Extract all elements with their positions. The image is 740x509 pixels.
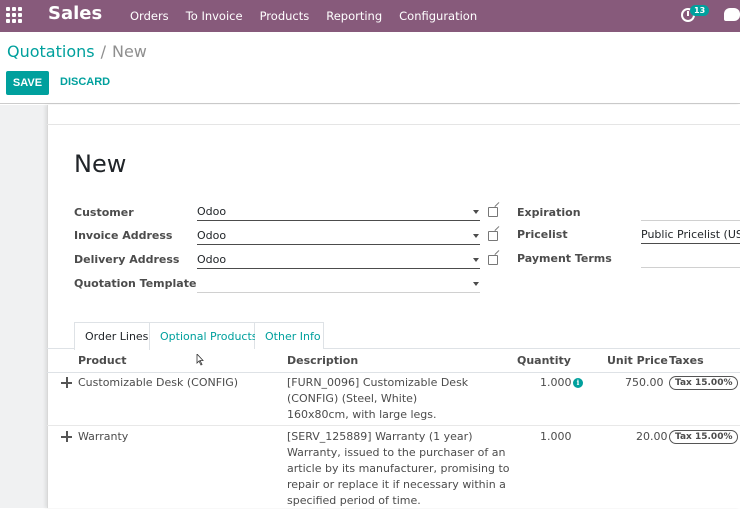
tab-other-info[interactable]: Other Info bbox=[255, 322, 324, 349]
customer-field[interactable]: Odoo bbox=[197, 203, 480, 221]
row-2-description-line-5[interactable]: specified period of time. bbox=[287, 493, 421, 509]
form-background bbox=[0, 105, 47, 508]
payment-terms-label: Payment Terms bbox=[517, 252, 612, 265]
customer-dropdown-icon[interactable] bbox=[473, 210, 479, 214]
expiration-field[interactable] bbox=[641, 203, 740, 221]
row-2-description-line-3[interactable]: article by its manufacturer, promising t… bbox=[287, 461, 510, 477]
tab-optional-products[interactable]: Optional Products bbox=[150, 322, 258, 349]
delivery-address-label: Delivery Address bbox=[74, 253, 180, 266]
app-name[interactable]: Sales bbox=[48, 3, 102, 24]
control-panel: Quotations / New SAVE DISCARD bbox=[0, 32, 740, 104]
tab-order-lines[interactable]: Order Lines bbox=[74, 322, 150, 350]
invoice-address-label: Invoice Address bbox=[74, 229, 173, 242]
menu-item-to-invoice[interactable]: To Invoice bbox=[186, 9, 243, 23]
column-header-description[interactable]: Description bbox=[287, 354, 358, 367]
menu-item-orders[interactable]: Orders bbox=[130, 9, 169, 23]
breadcrumb-quotations[interactable]: Quotations bbox=[7, 42, 95, 61]
quotation-template-field[interactable] bbox=[197, 275, 480, 293]
row-2-quantity[interactable]: 1.000 bbox=[540, 430, 572, 443]
row-2-unit-price[interactable]: 20.00 bbox=[636, 430, 668, 443]
column-header-quantity[interactable]: Quantity bbox=[517, 354, 571, 367]
row-2-description-line-1[interactable]: [SERV_125889] Warranty (1 year) bbox=[287, 429, 473, 445]
expiration-label: Expiration bbox=[517, 206, 581, 219]
row-2-product[interactable]: Warranty bbox=[78, 430, 128, 443]
delivery-address-external-link-icon[interactable] bbox=[488, 255, 498, 265]
pricelist-field[interactable]: Public Pricelist (USD) bbox=[641, 226, 740, 244]
row-1-description-line-2[interactable]: (CONFIG) (Steel, White) bbox=[287, 391, 417, 407]
customer-label: Customer bbox=[74, 206, 134, 219]
menu-item-products[interactable]: Products bbox=[260, 9, 310, 23]
row-1-tax-tag[interactable]: Tax 15.00% bbox=[669, 376, 739, 390]
save-button[interactable]: SAVE bbox=[6, 71, 49, 95]
info-icon[interactable]: i bbox=[573, 378, 583, 388]
invoice-address-external-link-icon[interactable] bbox=[488, 231, 498, 241]
record-title: New bbox=[74, 150, 127, 178]
row-1-product[interactable]: Customizable Desk (CONFIG) bbox=[78, 376, 238, 389]
invoice-address-dropdown-icon[interactable] bbox=[473, 234, 479, 238]
statusbar-divider bbox=[47, 124, 740, 125]
top-navbar: Sales Orders To Invoice Products Reporti… bbox=[0, 0, 740, 32]
drag-handle-icon[interactable] bbox=[61, 377, 72, 388]
table-header-divider bbox=[47, 372, 740, 373]
mouse-cursor-icon bbox=[196, 354, 204, 366]
row-1-description-line-3[interactable]: 160x80cm, with large legs. bbox=[287, 407, 437, 423]
row-1-description-line-1[interactable]: [FURN_0096] Customizable Desk bbox=[287, 375, 468, 391]
row-1-unit-price[interactable]: 750.00 bbox=[625, 376, 664, 389]
customer-external-link-icon[interactable] bbox=[488, 207, 498, 217]
row-2-description-line-2[interactable]: Warranty, issued to the purchaser of an bbox=[287, 445, 505, 461]
column-header-unit-price[interactable]: Unit Price bbox=[607, 354, 668, 367]
row-2-description-line-4[interactable]: repair or replace it if necessary within… bbox=[287, 477, 506, 493]
row-2-tax-tag[interactable]: Tax 15.00% bbox=[669, 430, 739, 444]
delivery-address-field[interactable]: Odoo bbox=[197, 251, 480, 269]
column-header-product[interactable]: Product bbox=[78, 354, 127, 367]
breadcrumb-current: New bbox=[111, 42, 147, 61]
apps-menu-icon[interactable] bbox=[6, 7, 22, 23]
activity-badge: 13 bbox=[690, 5, 710, 16]
row-1-quantity[interactable]: 1.000 bbox=[540, 376, 572, 389]
payment-terms-field[interactable] bbox=[641, 250, 740, 268]
table-row-divider bbox=[47, 425, 740, 426]
quotation-template-dropdown-icon[interactable] bbox=[473, 282, 479, 286]
delivery-address-dropdown-icon[interactable] bbox=[473, 258, 479, 262]
menu-item-configuration[interactable]: Configuration bbox=[399, 9, 477, 23]
breadcrumb: Quotations / New bbox=[7, 42, 147, 61]
menu-item-reporting[interactable]: Reporting bbox=[326, 9, 382, 23]
pricelist-label: Pricelist bbox=[517, 228, 568, 241]
discard-button[interactable]: DISCARD bbox=[60, 76, 110, 88]
quotation-template-label: Quotation Template bbox=[74, 277, 197, 290]
main-menu: Orders To Invoice Products Reporting Con… bbox=[130, 0, 494, 32]
invoice-address-field[interactable]: Odoo bbox=[197, 227, 480, 245]
column-header-taxes[interactable]: Taxes bbox=[669, 354, 704, 367]
breadcrumb-separator: / bbox=[100, 42, 106, 61]
chat-icon[interactable] bbox=[724, 8, 740, 21]
drag-handle-icon[interactable] bbox=[61, 431, 72, 442]
